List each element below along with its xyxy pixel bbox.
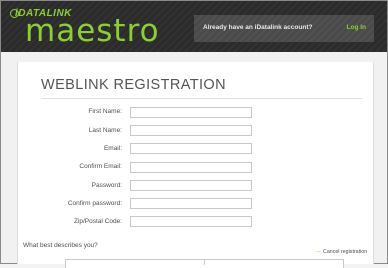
cancel-registration-label: Cancel registration bbox=[323, 249, 368, 255]
last-name-label: Last Name: bbox=[88, 127, 122, 134]
email-field[interactable] bbox=[130, 143, 252, 154]
first-name-label: First Name: bbox=[88, 108, 122, 115]
account-bar: Already have an iDatalink account? Log I… bbox=[194, 15, 374, 42]
account-prompt: Already have an iDatalink account? bbox=[203, 24, 313, 31]
page-title: WEBLINK REGISTRATION bbox=[41, 77, 226, 93]
logo-brand-main: maestro bbox=[25, 13, 160, 49]
describe-label: What best describes you? bbox=[23, 242, 98, 249]
zip-code-label: Zip/Postal Code: bbox=[73, 218, 122, 225]
registration-panel: WEBLINK REGISTRATION First Name: Last Na… bbox=[17, 62, 374, 268]
arrow-right-icon: → bbox=[314, 248, 321, 255]
login-link[interactable]: Log In bbox=[347, 24, 367, 31]
confirm-password-field[interactable] bbox=[130, 198, 252, 209]
confirm-email-field[interactable] bbox=[130, 162, 252, 173]
confirm-email-label: Confirm Email: bbox=[79, 163, 122, 170]
select-divider bbox=[204, 259, 205, 265]
first-name-field[interactable] bbox=[130, 107, 252, 118]
cancel-registration-link[interactable]: → Cancel registration bbox=[314, 248, 367, 255]
password-field[interactable] bbox=[130, 180, 252, 191]
confirm-password-label: Confirm password: bbox=[67, 200, 122, 207]
zip-code-field[interactable] bbox=[130, 216, 252, 227]
header-bar: iDATALINK maestro Already have an iDatal… bbox=[1, 1, 387, 52]
last-name-field[interactable] bbox=[130, 125, 252, 136]
password-label: Password: bbox=[91, 182, 122, 189]
title-divider bbox=[41, 98, 363, 99]
email-label: Email: bbox=[103, 145, 122, 152]
